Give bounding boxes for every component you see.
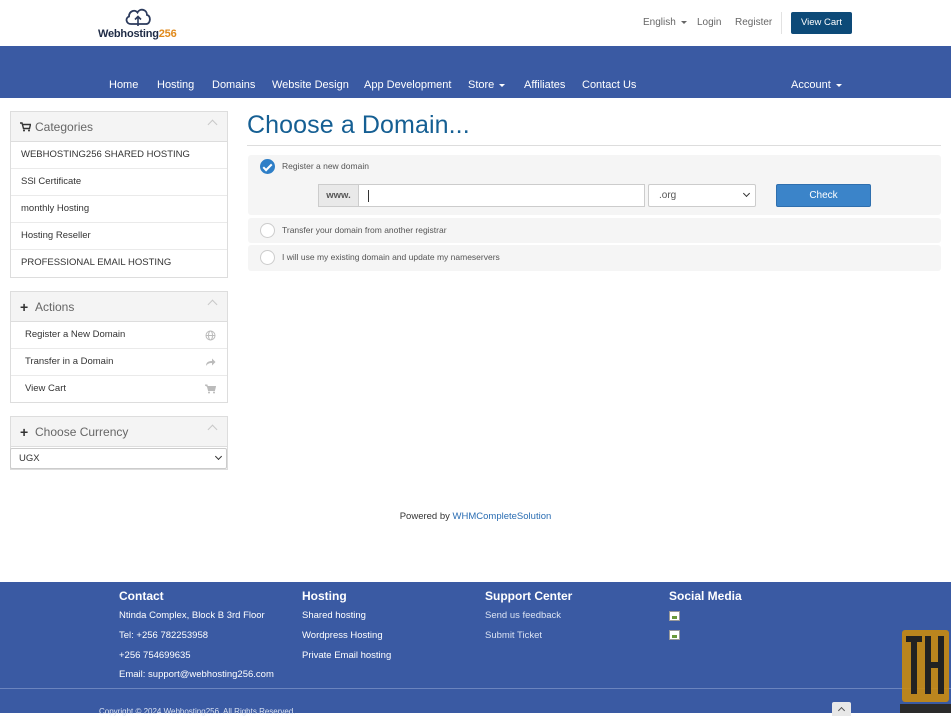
cloud-upload-icon (125, 8, 151, 26)
action-view-cart[interactable]: View Cart (11, 376, 227, 403)
nav-account[interactable]: Account (791, 79, 842, 91)
category-item[interactable]: PROFESSIONAL EMAIL HOSTING (11, 250, 227, 277)
nav-app-development[interactable]: App Development (364, 79, 451, 91)
nav-affiliates[interactable]: Affiliates (524, 79, 565, 91)
actions-header[interactable]: + Actions (11, 292, 227, 322)
footer-link-shared-hosting[interactable]: Shared hosting (302, 610, 366, 621)
category-item[interactable]: SSl Certificate (11, 169, 227, 196)
plus-icon: + (20, 299, 29, 315)
nav-domains[interactable]: Domains (212, 79, 255, 91)
caret-down-icon (835, 83, 842, 87)
broken-image-icon[interactable] (669, 630, 680, 640)
action-label: View Cart (25, 383, 67, 394)
categories-title: Categories (35, 120, 94, 134)
category-item[interactable]: Hosting Reseller (11, 223, 227, 250)
chevron-down-icon (214, 452, 223, 461)
nav-account-label: Account (791, 79, 831, 91)
categories-header[interactable]: Categories (11, 112, 227, 142)
divider (781, 12, 782, 34)
footer-link-wordpress-hosting[interactable]: Wordpress Hosting (302, 630, 383, 641)
transfer-domain-option[interactable]: Transfer your domain from another regist… (248, 218, 941, 243)
plus-icon: + (20, 424, 29, 440)
share-icon (205, 349, 216, 378)
broken-image-icon[interactable] (669, 611, 680, 621)
language-label: English (643, 17, 676, 28)
footer-hosting-title: Hosting (302, 589, 347, 603)
main-nav: Home Hosting Domains Website Design App … (0, 46, 951, 98)
page-title: Choose a Domain... (247, 111, 470, 139)
currency-value: UGX (19, 453, 40, 464)
nav-contact-us[interactable]: Contact Us (582, 79, 636, 91)
tld-value: .org (659, 190, 677, 201)
currency-select[interactable]: UGX (10, 448, 227, 469)
view-cart-button[interactable]: View Cart (791, 12, 852, 34)
currency-header[interactable]: + Choose Currency (11, 417, 227, 447)
top-bar: Webhosting256 English Login Register Vie… (0, 0, 951, 46)
action-transfer-domain[interactable]: Transfer in a Domain (11, 349, 227, 376)
www-prefix: www. (318, 184, 358, 207)
footer-phone-2: +256 754699635 (119, 650, 191, 661)
arrow-up-icon[interactable] (832, 702, 851, 716)
caret-down-icon (499, 83, 506, 87)
chevron-down-icon (742, 189, 751, 198)
option-label: Register a new domain (282, 161, 369, 171)
watermark-logo (900, 630, 951, 713)
login-link[interactable]: Login (697, 17, 721, 28)
language-dropdown[interactable]: English (643, 17, 687, 28)
categories-panel: Categories WEBHOSTING256 SHARED HOSTING … (10, 111, 228, 278)
cart-icon (20, 112, 32, 143)
nav-home[interactable]: Home (109, 79, 138, 91)
footer-link-feedback[interactable]: Send us feedback (485, 610, 561, 621)
copyright: Copyright © 2024 Webhosting256. All Righ… (99, 707, 296, 716)
caret-down-icon (680, 20, 687, 24)
footer-contact-title: Contact (119, 589, 164, 603)
category-item[interactable]: WEBHOSTING256 SHARED HOSTING (11, 142, 227, 169)
logo-number: 256 (158, 28, 177, 40)
register-link[interactable]: Register (735, 17, 772, 28)
tld-select[interactable]: .org (648, 184, 756, 207)
logo[interactable]: Webhosting256 (98, 6, 180, 42)
actions-title: Actions (35, 300, 75, 314)
footer-phone: Tel: +256 782253958 (119, 630, 209, 641)
footer-email[interactable]: Email: support@webhosting256.com (119, 669, 274, 680)
footer-support-title: Support Center (485, 589, 573, 603)
chevron-up-icon[interactable] (207, 119, 218, 130)
footer: Contact Ntinda Complex, Block B 3rd Floo… (0, 582, 951, 716)
powered-prefix: Powered by (399, 511, 450, 522)
globe-icon (205, 322, 216, 352)
currency-panel: + Choose Currency UGX (10, 416, 228, 470)
divider (247, 145, 941, 146)
radio-button[interactable] (260, 223, 275, 238)
text-cursor (368, 190, 369, 202)
existing-domain-option[interactable]: I will use my existing domain and update… (248, 245, 941, 271)
logo-word: Webhosting (98, 28, 159, 40)
nav-store-label: Store (468, 79, 495, 91)
cart-icon (203, 376, 217, 405)
footer-link-submit-ticket[interactable]: Submit Ticket (485, 630, 542, 641)
footer-link-email-hosting[interactable]: Private Email hosting (302, 650, 391, 661)
actions-panel: + Actions Register a New Domain Transfer… (10, 291, 228, 403)
check-button[interactable]: Check (776, 184, 871, 207)
nav-website-design[interactable]: Website Design (272, 79, 349, 91)
footer-address: Ntinda Complex, Block B 3rd Floor (119, 610, 265, 621)
currency-title: Choose Currency (35, 425, 129, 439)
action-label: Register a New Domain (25, 329, 126, 340)
chevron-up-icon[interactable] (207, 299, 218, 310)
chevron-up-icon[interactable] (207, 424, 218, 435)
footer-social-title: Social Media (669, 589, 742, 603)
logo-text: Webhosting256 (98, 28, 177, 40)
nav-store[interactable]: Store (468, 79, 506, 91)
domain-input[interactable] (358, 184, 645, 207)
option-label: Transfer your domain from another regist… (282, 225, 447, 235)
action-label: Transfer in a Domain (25, 356, 114, 367)
radio-button[interactable] (260, 250, 275, 265)
check-icon[interactable] (260, 159, 275, 174)
category-item[interactable]: monthly Hosting (11, 196, 227, 223)
powered-by: Powered by WHMCompleteSolution (0, 511, 951, 522)
action-register-domain[interactable]: Register a New Domain (11, 322, 227, 349)
option-label: I will use my existing domain and update… (282, 252, 500, 262)
whmcs-link[interactable]: WHMCompleteSolution (453, 511, 552, 522)
nav-hosting[interactable]: Hosting (157, 79, 194, 91)
divider (0, 688, 951, 689)
